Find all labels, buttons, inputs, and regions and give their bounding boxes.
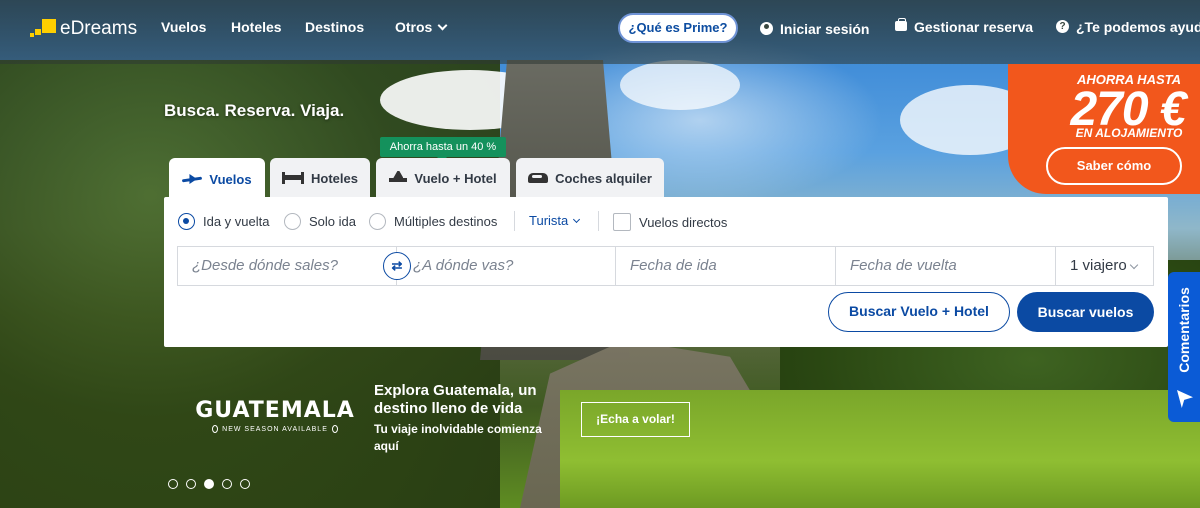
radio-one-way[interactable] <box>284 213 301 230</box>
search-panel: Ida y vuelta Solo ida Múltiples destinos… <box>164 197 1168 347</box>
divider <box>514 211 515 231</box>
trip-multi-label: Múltiples destinos <box>394 214 498 229</box>
tab-flight-hotel-label: Vuelo + Hotel <box>414 170 497 186</box>
carousel-dot[interactable] <box>222 479 232 489</box>
help-icon: ? <box>1056 19 1069 33</box>
feedback-tab[interactable]: Comentarios <box>1168 272 1200 422</box>
plane-icon <box>182 174 202 184</box>
trip-oneway-label: Solo ida <box>309 214 356 229</box>
destination-input[interactable]: ¿A dónde vas? <box>396 246 616 286</box>
cloud <box>620 60 740 110</box>
login-label: Iniciar sesión <box>780 21 870 37</box>
cabin-class-value: Turista <box>529 213 569 228</box>
car-icon <box>528 173 549 183</box>
promo-learn-button[interactable]: Saber cómo <box>1046 147 1182 185</box>
chevron-down-icon <box>437 20 448 31</box>
chevron-down-icon <box>1129 260 1139 270</box>
logo-text: eDreams <box>60 18 138 39</box>
hero-tagline: Busca. Reserva. Viaja. <box>164 101 345 120</box>
travellers-value: 1 viajero <box>1070 257 1127 274</box>
carousel-dot[interactable] <box>168 479 178 489</box>
carousel-dot[interactable] <box>240 479 250 489</box>
tab-flights-label: Vuelos <box>209 171 252 187</box>
nav-destinations[interactable]: Destinos <box>305 19 364 35</box>
logo-mark-icon <box>30 19 56 39</box>
feedback-label: Comentarios <box>1176 287 1192 373</box>
trip-oneway[interactable]: Solo ida <box>284 213 356 230</box>
return-date-input[interactable]: Fecha de vuelta <box>835 246 1056 286</box>
direct-flights-option[interactable]: Vuelos directos <box>613 213 727 231</box>
pointer-icon <box>1177 390 1193 408</box>
tab-hotels-label: Hoteles <box>311 170 358 186</box>
prime-button[interactable]: ¿Qué es Prime? <box>618 13 738 43</box>
origin-input[interactable]: ¿Desde dónde sales? <box>177 246 397 286</box>
plane-hotel-icon <box>389 171 408 185</box>
radio-round-trip[interactable] <box>178 213 195 230</box>
briefcase-icon <box>895 18 907 32</box>
nav-others-label: Otros <box>395 19 433 35</box>
promo-line3: EN ALOJAMIENTO <box>1075 126 1183 140</box>
nav-flights[interactable]: Vuelos <box>161 19 206 35</box>
edreams-logo[interactable]: eDreams <box>30 18 137 40</box>
carousel-dots <box>168 479 250 489</box>
trip-round[interactable]: Ida y vuelta <box>178 213 270 230</box>
tab-hotels[interactable]: Hoteles <box>270 158 370 198</box>
manage-booking-link[interactable]: Gestionar reserva <box>895 18 1034 35</box>
chevron-down-icon <box>573 215 581 224</box>
trip-multi[interactable]: Múltiples destinos <box>369 213 497 230</box>
nav-hotels[interactable]: Hoteles <box>231 19 282 35</box>
guatemala-logo: GUATEMALA NEW SEASON AVAILABLE <box>195 398 355 433</box>
guatemala-logo-subtitle: NEW SEASON AVAILABLE <box>195 425 355 433</box>
tab-flights[interactable]: Vuelos <box>169 158 265 200</box>
divider <box>598 211 599 231</box>
tab-car-rental-label: Coches alquiler <box>555 170 652 186</box>
guatemala-logo-word: GUATEMALA <box>195 398 355 423</box>
login-link[interactable]: Iniciar sesión <box>760 21 869 37</box>
cabin-class-select[interactable]: Turista <box>529 213 581 228</box>
trip-round-label: Ida y vuelta <box>203 214 270 229</box>
radio-multi-destination[interactable] <box>369 213 386 230</box>
save-badge: Ahorra hasta un 40 % <box>380 137 506 162</box>
swap-arrows-icon[interactable]: ⇄ <box>383 252 411 280</box>
travellers-select[interactable]: 1 viajero <box>1055 246 1154 286</box>
nav-others[interactable]: Otros <box>395 19 448 35</box>
bed-icon <box>282 172 305 184</box>
top-navigation: eDreams Vuelos Hoteles Destinos Otros ¿Q… <box>0 0 1200 64</box>
promo-badge: AHORRA HASTA 270 € EN ALOJAMIENTO Saber … <box>1008 64 1200 194</box>
help-link[interactable]: ? ¿Te podemos ayudar? <box>1056 19 1200 35</box>
carousel-dot[interactable] <box>186 479 196 489</box>
banner-cta-button[interactable]: ¡Echa a volar! <box>581 402 690 437</box>
departure-date-input[interactable]: Fecha de ida <box>615 246 836 286</box>
search-flights-button[interactable]: Buscar vuelos <box>1017 292 1154 332</box>
manage-booking-label: Gestionar reserva <box>914 19 1034 35</box>
search-flight-hotel-button[interactable]: Buscar Vuelo + Hotel <box>828 292 1010 332</box>
direct-flights-label: Vuelos directos <box>639 214 728 230</box>
direct-flights-checkbox[interactable] <box>613 213 631 231</box>
help-label: ¿Te podemos ayudar? <box>1076 19 1200 35</box>
tab-car-rental[interactable]: Coches alquiler <box>516 158 664 198</box>
carousel-dot-active[interactable] <box>204 479 214 489</box>
banner-description: Tu viaje inolvidable comienza aquí <box>374 422 542 453</box>
banner-title: Explora Guatemala, un destino lleno de v… <box>374 382 537 417</box>
user-icon <box>760 21 773 35</box>
tab-flight-hotel[interactable]: Vuelo + Hotel <box>376 158 510 198</box>
